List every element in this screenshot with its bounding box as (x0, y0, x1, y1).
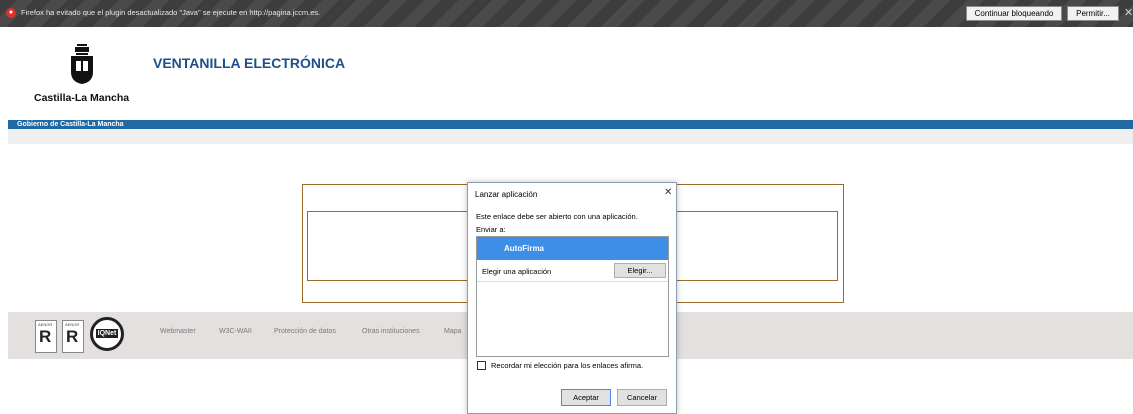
choose-button[interactable]: Elegir... (614, 263, 666, 278)
dialog-title: Lanzar aplicación (475, 190, 538, 199)
government-band: Gobierno de Castilla-La Mancha (8, 120, 1133, 129)
logo-text: Castilla-La Mancha (34, 92, 130, 104)
footer-link-w3c[interactable]: W3C-WAII (219, 328, 252, 335)
footer-link-institutions[interactable]: Otras instituciones (362, 328, 420, 335)
remember-choice[interactable]: Recordar mi elección para los enlaces af… (477, 361, 643, 370)
app-item-autofirma[interactable]: AutoFirma (477, 237, 668, 260)
dialog-close-icon[interactable]: ✕ (664, 187, 672, 198)
app-item-label: AutoFirma (504, 244, 544, 253)
aenor-badge-1: AENOR R (35, 320, 57, 353)
dialog-description: Este enlace debe ser abierto con una apl… (476, 212, 638, 221)
aenor-badge-2: AENOR R (62, 320, 84, 353)
page-title: VENTANILLA ELECTRÓNICA (153, 55, 346, 71)
footer-link-privacy[interactable]: Protección de datos (274, 328, 336, 335)
accept-button[interactable]: Aceptar (561, 389, 611, 406)
plugin-blocked-icon: ● (6, 8, 16, 18)
close-icon[interactable]: ✕ (1124, 6, 1133, 20)
plugin-message: Firefox ha evitado que el plugin desactu… (21, 8, 321, 17)
footer-link-sitemap[interactable]: Mapa (444, 328, 462, 335)
application-list[interactable]: AutoFirma Elegir una aplicación Elegir..… (476, 236, 669, 357)
iqnet-label: IQNet (96, 329, 118, 338)
navigation-band (8, 129, 1133, 144)
cancel-button[interactable]: Cancelar (617, 389, 667, 406)
choose-application-label: Elegir una aplicación (482, 267, 552, 276)
government-band-label[interactable]: Gobierno de Castilla-La Mancha (17, 120, 124, 129)
certification-r-icon: R (39, 327, 52, 346)
remember-label[interactable]: Recordar mi elección para los enlaces af… (491, 361, 643, 370)
remember-checkbox[interactable] (477, 361, 486, 370)
continue-blocking-button[interactable]: Continuar bloqueando (966, 6, 1062, 21)
footer-link-webmaster[interactable]: Webmaster (160, 328, 196, 335)
launch-application-dialog: Lanzar aplicación ✕ Este enlace debe ser… (467, 182, 677, 414)
certification-r-icon: R (66, 327, 79, 346)
choose-application-row: Elegir una aplicación Elegir... (477, 260, 668, 282)
plugin-notification-bar: ● Firefox ha evitado que el plugin desac… (0, 0, 1133, 27)
permit-button[interactable]: Permitir... (1067, 6, 1119, 21)
iqnet-badge: IQNet (90, 317, 124, 351)
castilla-la-mancha-crest-icon (71, 44, 93, 84)
send-to-label: Enviar a: (476, 225, 506, 234)
